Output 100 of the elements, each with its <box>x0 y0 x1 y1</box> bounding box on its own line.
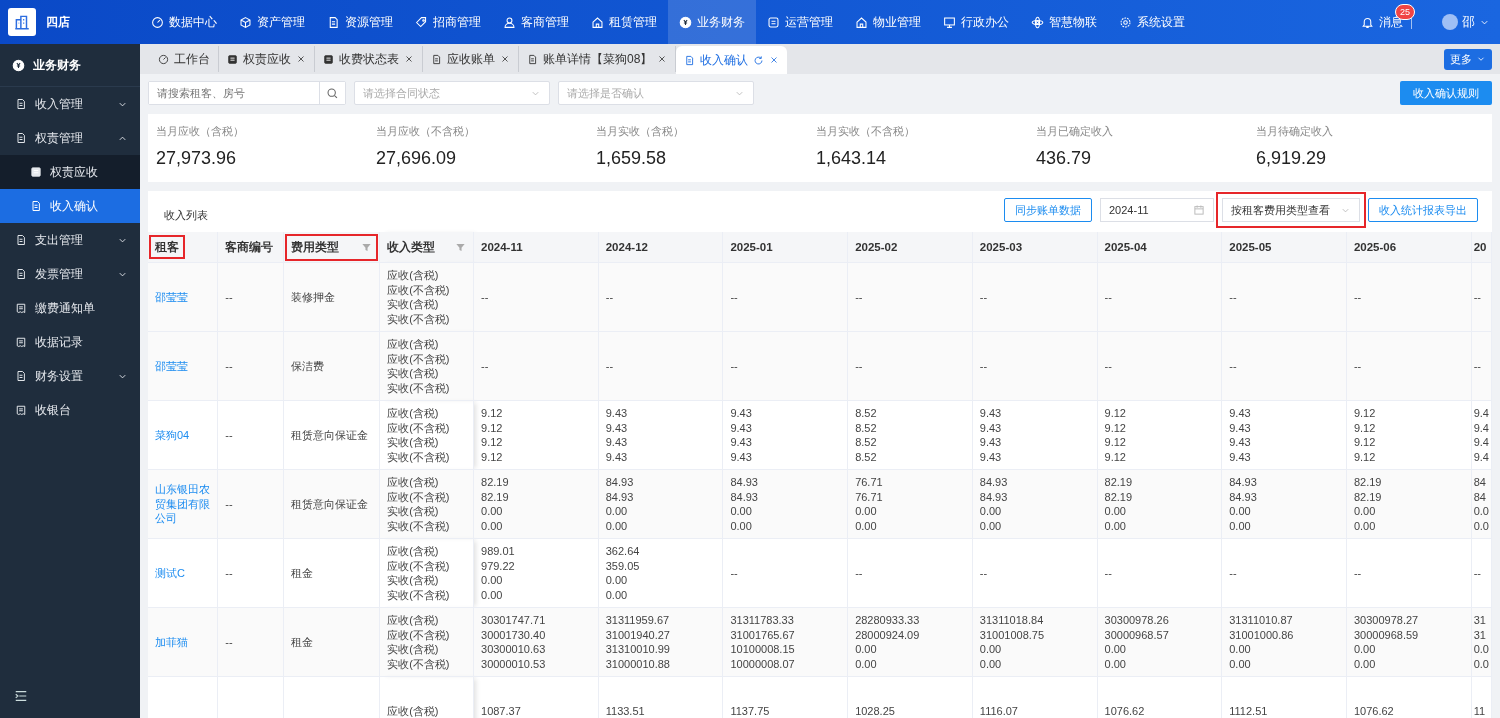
income-rule-button[interactable]: 收入确认规则 <box>1400 81 1492 105</box>
collapse-menu-icon[interactable] <box>14 689 28 703</box>
nav-menu-item[interactable]: 运营管理 <box>756 0 844 44</box>
monitor-icon <box>943 15 956 29</box>
tenant-link[interactable]: 测试C <box>148 538 218 608</box>
nav-menu-item[interactable]: 系统设置 <box>1108 0 1196 44</box>
column-header: 2024-11 <box>473 232 599 263</box>
stat-label: 当月已确定收入 <box>1036 124 1114 139</box>
table-cell: 9.4 9.4 9.4 9.4 <box>1471 400 1492 470</box>
nav-menu-item[interactable]: 资产管理 <box>228 0 316 44</box>
table-cell: -- <box>217 400 284 470</box>
table-cell: 应收(含税) 应收(不含税) 实收(含税) 实收(不含税) <box>379 607 474 677</box>
nav-menu-item[interactable]: 智慧物联 <box>1020 0 1108 44</box>
export-button[interactable]: 收入统计报表导出 <box>1368 198 1478 222</box>
table-cell: -- <box>1346 262 1472 332</box>
sidebar-group[interactable]: 收入管理 <box>0 87 140 121</box>
sidebar-item[interactable]: 收据记录 <box>0 325 140 359</box>
nav-menu-item[interactable]: 资源管理 <box>316 0 404 44</box>
table-cell: -- <box>1097 538 1222 608</box>
nav-menu-item[interactable]: 业务财务 <box>668 0 756 44</box>
table-cell: -- <box>217 331 284 401</box>
filter-icon[interactable] <box>455 241 466 253</box>
table-cell: -- <box>847 262 973 332</box>
gauge-icon <box>158 53 169 65</box>
table-cell: 11 <box>1471 676 1492 718</box>
tenant-link[interactable]: 菜狗04 <box>148 400 218 470</box>
table-cell: 31311018.84 31001008.75 0.00 0.00 <box>972 607 1098 677</box>
close-icon[interactable] <box>500 54 510 64</box>
more-button[interactable]: 更多 <box>1444 48 1492 70</box>
sheet-icon <box>30 166 42 178</box>
close-icon[interactable] <box>657 54 668 64</box>
column-header: 2025-04 <box>1097 232 1222 263</box>
table-cell: 8.52 8.52 8.52 8.52 <box>847 400 973 470</box>
calendar-icon <box>1193 204 1205 216</box>
month-picker[interactable]: 2024-11 <box>1100 198 1214 222</box>
sidebar-group[interactable]: 支出管理 <box>0 223 140 257</box>
tenant-link[interactable]: 加菲猫 <box>148 607 218 677</box>
filter-icon[interactable] <box>361 241 373 253</box>
nav-menu-item[interactable]: 行政办公 <box>932 0 1020 44</box>
table-cell: 9.43 9.43 9.43 9.43 <box>1221 400 1347 470</box>
table-cell: -- <box>1346 538 1472 608</box>
sidebar-group[interactable]: 财务设置 <box>0 359 140 393</box>
table-cell: 装修押金 <box>283 262 380 332</box>
nav-menu-item[interactable]: 租赁管理 <box>580 0 668 44</box>
sidebar-item[interactable]: 权责应收 <box>0 155 140 189</box>
table-cell: 9.12 9.12 9.12 9.12 <box>1346 400 1472 470</box>
tenant-link[interactable]: 邵莹莹 <box>148 262 218 332</box>
sidebar-item[interactable]: 收入确认 <box>0 189 140 223</box>
table-cell: -- <box>722 538 848 608</box>
table-cell: 84.93 84.93 0.00 0.00 <box>1221 469 1347 539</box>
nav-menu-item[interactable]: 招商管理 <box>404 0 492 44</box>
sidebar-item[interactable]: 缴费通知单 <box>0 291 140 325</box>
table-cell: 82.19 82.19 0.00 0.00 <box>1097 469 1222 539</box>
nav-menu-item[interactable]: 数据中心 <box>140 0 228 44</box>
nav-menu-item[interactable]: 物业管理 <box>844 0 932 44</box>
cube-icon <box>239 15 252 29</box>
document-icon <box>15 98 27 110</box>
document-icon <box>684 54 696 66</box>
stat-value: 27,696.09 <box>376 148 458 169</box>
column-header: 2025-05 <box>1221 232 1347 263</box>
search-field[interactable]: 请搜索租客、房号 <box>148 81 346 105</box>
coin-icon <box>12 58 25 72</box>
table-cell: -- <box>722 331 848 401</box>
page-tab[interactable]: 权责应收 <box>219 46 315 72</box>
bell-icon[interactable] <box>1361 15 1374 29</box>
table-cell: -- <box>847 538 973 608</box>
table-cell: 82.19 82.19 0.00 0.00 <box>1346 469 1472 539</box>
sidebar-group[interactable]: 权责管理 <box>0 121 140 155</box>
tenant-link[interactable]: 山东银田农贸集团有限公司 <box>148 469 218 539</box>
page-tab[interactable]: 收入确认 <box>676 46 788 74</box>
document-icon <box>15 370 27 382</box>
close-icon[interactable] <box>404 54 414 64</box>
table-cell: -- <box>473 331 599 401</box>
column-header: 客商编号 <box>217 232 284 263</box>
document-icon <box>431 53 442 65</box>
table-cell: 31311783.33 31001765.67 10100008.15 10000008.07 <box>722 607 848 677</box>
stat-label: 当月实收（不含税） <box>816 124 916 139</box>
stat-value: 1,643.14 <box>816 148 888 169</box>
page-tab[interactable]: 工作台 <box>150 46 219 72</box>
close-icon[interactable] <box>296 54 306 64</box>
user-name[interactable]: 邵 <box>1462 13 1475 31</box>
refresh-icon[interactable] <box>753 54 765 66</box>
search-icon <box>326 86 339 100</box>
document-icon <box>15 132 27 144</box>
tenant-link[interactable]: 邵莹莹 <box>148 331 218 401</box>
section-title: 收入列表 <box>164 207 208 223</box>
column-header: 2024-12 <box>598 232 723 263</box>
page-tab[interactable]: 应收账单 <box>423 46 519 72</box>
settings-icon <box>1119 15 1132 29</box>
page-tab[interactable]: 收费状态表 <box>315 46 423 72</box>
table-cell: -- <box>1221 262 1347 332</box>
nav-menu-item[interactable]: 客商管理 <box>492 0 580 44</box>
search-button[interactable] <box>319 82 345 104</box>
sidebar-item[interactable]: 收银台 <box>0 393 140 427</box>
coin-icon <box>679 15 692 29</box>
avatar-icon[interactable] <box>1442 14 1458 30</box>
table-cell: -- <box>1221 331 1347 401</box>
sidebar-group[interactable]: 发票管理 <box>0 257 140 291</box>
sync-button[interactable]: 同步账单数据 <box>1004 198 1092 222</box>
close-icon[interactable] <box>769 55 780 65</box>
